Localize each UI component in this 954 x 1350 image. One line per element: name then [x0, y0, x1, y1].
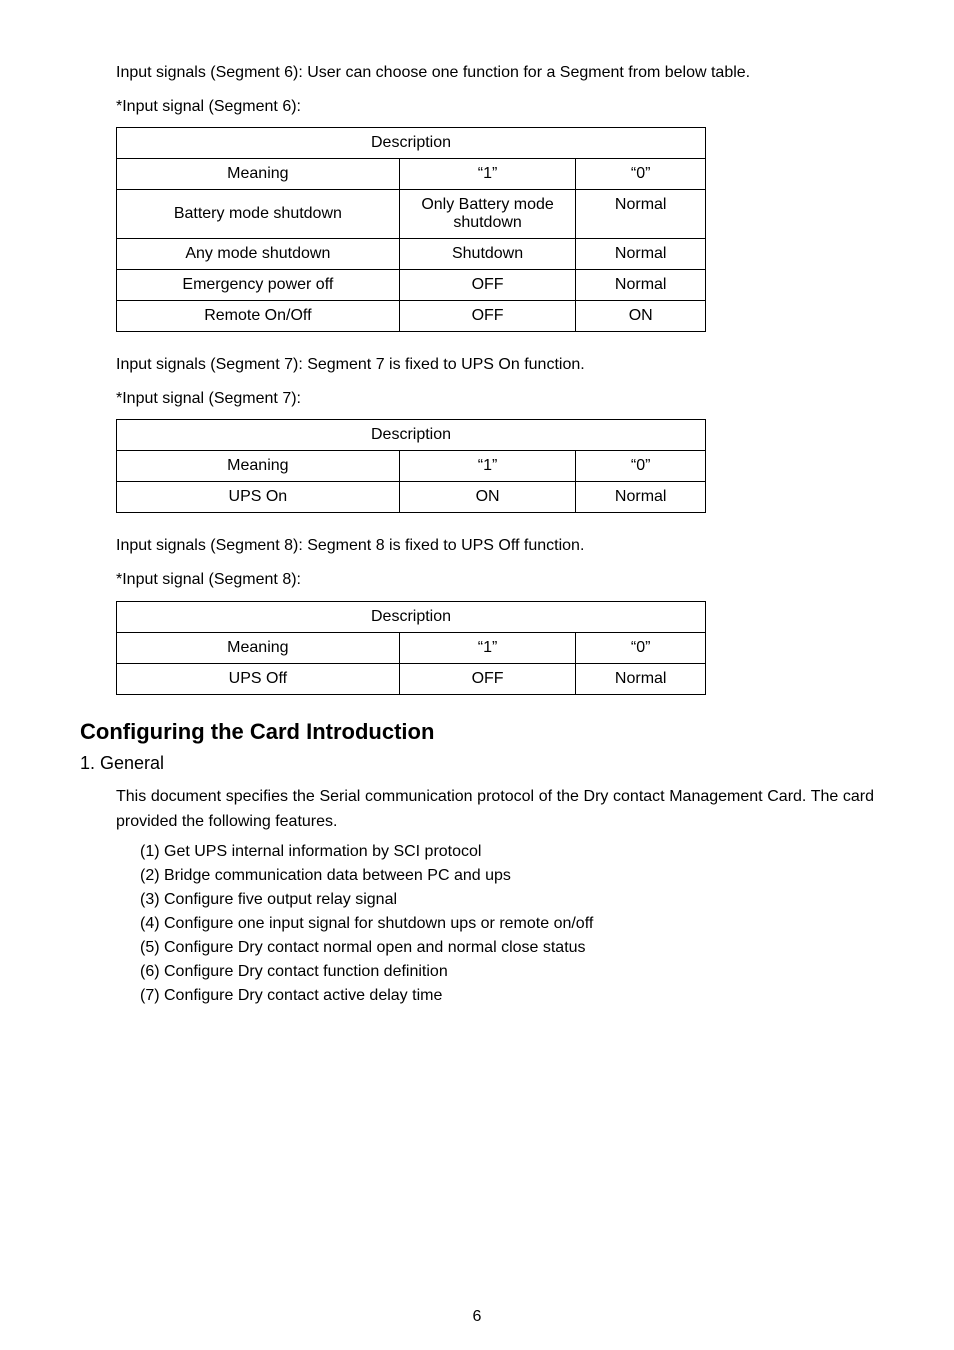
cell: “1”	[399, 451, 576, 482]
paragraph: *Input signal (Segment 6):	[80, 94, 874, 120]
cell: Normal	[576, 190, 706, 239]
cell: ON	[399, 482, 576, 513]
list-item: (2) Bridge communication data between PC…	[140, 867, 874, 885]
list-item: (6) Configure Dry contact function defin…	[140, 963, 874, 981]
paragraph: *Input signal (Segment 8):	[80, 567, 874, 593]
cell: Emergency power off	[117, 270, 400, 301]
table-segment6: Description Meaning “1” “0” Battery mode…	[116, 127, 706, 332]
cell: Only Battery mode shutdown	[399, 190, 576, 239]
table-header: Description	[117, 128, 706, 159]
list-item: (7) Configure Dry contact active delay t…	[140, 987, 874, 1005]
paragraph: Input signals (Segment 7): Segment 7 is …	[80, 352, 874, 378]
cell: Meaning	[117, 632, 400, 663]
list-item: (5) Configure Dry contact normal open an…	[140, 939, 874, 957]
cell: ON	[576, 301, 706, 332]
cell: OFF	[399, 301, 576, 332]
cell: Meaning	[117, 159, 400, 190]
section-heading: Configuring the Card Introduction	[80, 719, 874, 745]
list-item: (1) Get UPS internal information by SCI …	[140, 843, 874, 861]
cell: OFF	[399, 270, 576, 301]
list-item: (4) Configure one input signal for shutd…	[140, 915, 874, 933]
paragraph: *Input signal (Segment 7):	[80, 386, 874, 412]
cell: Normal	[576, 663, 706, 694]
cell: UPS On	[117, 482, 400, 513]
cell: OFF	[399, 663, 576, 694]
cell: “0”	[576, 159, 706, 190]
page-number: 6	[0, 1308, 954, 1326]
paragraph: This document specifies the Serial commu…	[80, 784, 874, 835]
table-segment8: Description Meaning “1” “0” UPS Off OFF …	[116, 601, 706, 695]
cell: “0”	[576, 632, 706, 663]
cell: Remote On/Off	[117, 301, 400, 332]
cell: Normal	[576, 270, 706, 301]
cell-line: Only Battery mode	[421, 196, 554, 213]
cell: Normal	[576, 482, 706, 513]
cell: UPS Off	[117, 663, 400, 694]
subsection-heading: 1. General	[80, 753, 874, 774]
cell-line: shutdown	[453, 214, 522, 231]
paragraph: Input signals (Segment 6): User can choo…	[80, 60, 874, 86]
cell: “1”	[399, 632, 576, 663]
table-header: Description	[117, 601, 706, 632]
table-segment7: Description Meaning “1” “0” UPS On ON No…	[116, 419, 706, 513]
cell: Meaning	[117, 451, 400, 482]
table-header: Description	[117, 420, 706, 451]
cell: “1”	[399, 159, 576, 190]
cell: “0”	[576, 451, 706, 482]
paragraph: Input signals (Segment 8): Segment 8 is …	[80, 533, 874, 559]
cell: Normal	[576, 239, 706, 270]
list-item: (3) Configure five output relay signal	[140, 891, 874, 909]
cell: Any mode shutdown	[117, 239, 400, 270]
cell: Battery mode shutdown	[117, 190, 400, 239]
feature-list: (1) Get UPS internal information by SCI …	[80, 843, 874, 1005]
cell: Shutdown	[399, 239, 576, 270]
